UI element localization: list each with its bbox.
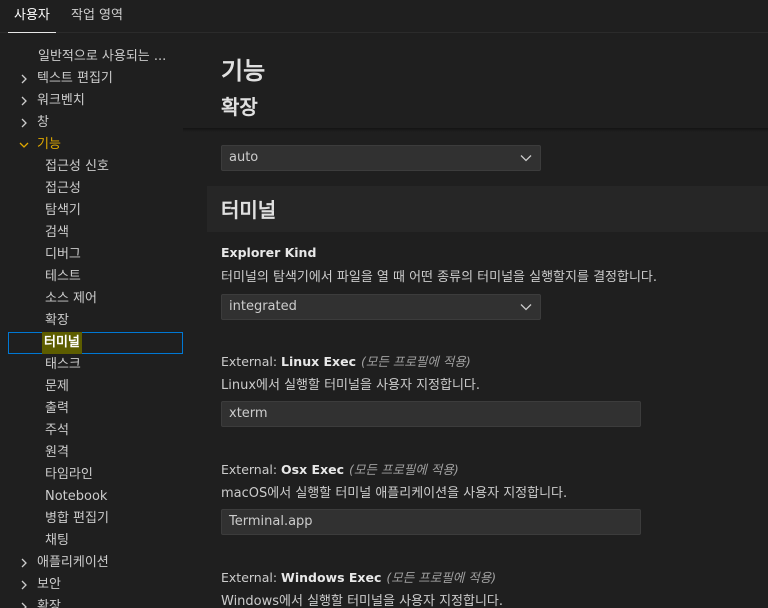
toc-item[interactable]: 애플리케이션: [8, 552, 183, 574]
chevron-right-icon: [18, 90, 32, 112]
input-value: Terminal.app: [229, 514, 313, 529]
toc-item-label: 텍스트 편집기: [37, 71, 113, 86]
setting-category: External:: [221, 570, 282, 585]
toc-item[interactable]: 원격: [8, 442, 183, 464]
toc-item[interactable]: 문제: [8, 376, 183, 398]
toc-item-label: 소스 제어: [45, 291, 97, 306]
toc-item-label: 워크벤치: [37, 93, 85, 108]
toc-item-label: 태스크: [45, 357, 81, 372]
toc-item[interactable]: 워크벤치: [8, 90, 183, 112]
toc-item-label: 타임라인: [45, 467, 93, 482]
toc-item-label: 확장: [45, 313, 69, 328]
toc-item-label: 탐색기: [45, 203, 81, 218]
dropdown-value: auto: [229, 150, 259, 165]
setting-name: Windows Exec: [281, 570, 382, 585]
toc-item[interactable]: 주석: [8, 420, 183, 442]
setting-title-linux-exec: External: Linux Exec (모든 프로필에 적용): [221, 351, 471, 370]
toc-item[interactable]: 터미널: [8, 332, 183, 354]
setting-scope: (모든 프로필에 적용): [349, 462, 459, 477]
sticky-section-title: 확장: [221, 95, 258, 119]
setting-scope: (모든 프로필에 적용): [386, 570, 497, 585]
setting-name: Linux Exec: [281, 354, 356, 369]
setting-title-windows-exec: External: Windows Exec (모든 프로필에 적용): [221, 567, 496, 586]
toc-item-label: 확장: [37, 599, 61, 608]
terminal-section-header: [207, 186, 768, 232]
toc-item[interactable]: 채팅: [8, 530, 183, 552]
setting-name: Explorer Kind: [221, 245, 317, 260]
toc-item-label: 채팅: [45, 533, 69, 548]
toc-item-label: 창: [37, 115, 49, 130]
dropdown-value: integrated: [229, 299, 297, 314]
section-title-terminal: 터미널: [221, 198, 277, 222]
toc-item[interactable]: 검색: [8, 222, 183, 244]
toc-item-label: 테스트: [45, 269, 81, 284]
toc-item-label: 원격: [45, 445, 69, 460]
toc-item-label: 접근성 신호: [45, 159, 109, 174]
explorer-kind-dropdown[interactable]: integrated: [221, 294, 541, 320]
toc-item-label: Notebook: [45, 489, 108, 504]
settings-scope-tabbar: 사용자 작업 영역: [0, 0, 768, 33]
toc-item-label: 주석: [45, 423, 69, 438]
toc-item[interactable]: 타임라인: [8, 464, 183, 486]
setting-title-explorer-kind: Explorer Kind: [221, 245, 316, 260]
page-title: 기능: [221, 57, 266, 85]
osx-exec-input[interactable]: Terminal.app: [221, 509, 641, 535]
setting-title-osx-exec: External: Osx Exec (모든 프로필에 적용): [221, 459, 459, 478]
toc-item-label: 보안: [37, 577, 61, 592]
settings-content: 기능 확장 auto 터미널 Explorer Kind 터미널의 탐색기에서 …: [183, 34, 768, 608]
sticky-header-shadow: [183, 128, 768, 132]
toc-item[interactable]: 접근성 신호: [8, 156, 183, 178]
toc-item[interactable]: 태스크: [8, 354, 183, 376]
toc-item[interactable]: 디버그: [8, 244, 183, 266]
previous-setting-dropdown[interactable]: auto: [221, 145, 541, 171]
setting-description: Linux에서 실행할 터미널을 사용자 지정합니다.: [221, 378, 481, 393]
toc-item[interactable]: 출력: [8, 398, 183, 420]
tab-user[interactable]: 사용자: [8, 0, 56, 33]
toc-item-label: 기능: [37, 137, 61, 152]
toc-item-label: 애플리케이션: [37, 555, 109, 570]
toc-item[interactable]: 테스트: [8, 266, 183, 288]
tab-workspace[interactable]: 작업 영역: [69, 0, 125, 33]
chevron-right-icon: [18, 596, 32, 608]
toc-item[interactable]: 창: [8, 112, 183, 134]
setting-category: External:: [221, 354, 282, 369]
toc-item-label: 병합 편집기: [45, 511, 109, 526]
input-value: xterm: [229, 406, 268, 421]
chevron-down-icon: [520, 304, 532, 311]
setting-name: Osx Exec: [281, 462, 345, 477]
toc-item-label: 출력: [45, 401, 69, 416]
setting-description: 터미널의 탐색기에서 파일을 열 때 어떤 종류의 터미널을 실행할지를 결정합…: [221, 270, 658, 285]
setting-description: macOS에서 실행할 터미널 애플리케이션을 사용자 지정합니다.: [221, 486, 568, 501]
toc-item-label: 검색: [45, 225, 69, 240]
toc-item[interactable]: 확장: [8, 596, 183, 608]
toc-item-label: 접근성: [45, 181, 81, 196]
toc-item-label: 디버그: [45, 247, 81, 262]
toc-item[interactable]: 기능: [8, 134, 183, 156]
toc-item[interactable]: 탐색기: [8, 200, 183, 222]
toc-item[interactable]: Notebook: [8, 486, 183, 508]
setting-category: External:: [221, 462, 282, 477]
toc-item[interactable]: 보안: [8, 574, 183, 596]
toc-item-label: 문제: [45, 379, 69, 394]
toc-item[interactable]: 접근성: [8, 178, 183, 200]
toc-item-label: 터미널: [42, 332, 82, 354]
settings-toc: 일반적으로 사용되는 ... 텍스트 편집기워크벤치창기능접근성 신호접근성탐색기…: [0, 34, 183, 608]
chevron-down-icon: [520, 155, 532, 162]
linux-exec-input[interactable]: xterm: [221, 401, 641, 427]
toc-item[interactable]: 소스 제어: [8, 288, 183, 310]
chevron-right-icon: [18, 574, 32, 596]
toc-item-label: 일반적으로 사용되는 ...: [38, 49, 167, 64]
setting-scope: (모든 프로필에 적용): [361, 354, 471, 369]
setting-description: Windows에서 실행할 터미널을 사용자 지정합니다.: [221, 594, 504, 608]
toc-item[interactable]: 일반적으로 사용되는 ...: [8, 46, 183, 68]
chevron-right-icon: [18, 68, 32, 90]
toc-item[interactable]: 병합 편집기: [8, 508, 183, 530]
toc-item[interactable]: 텍스트 편집기: [8, 68, 183, 90]
chevron-right-icon: [18, 112, 32, 134]
chevron-right-icon: [18, 552, 32, 574]
chevron-down-icon: [18, 134, 32, 156]
toc-item[interactable]: 확장: [8, 310, 183, 332]
